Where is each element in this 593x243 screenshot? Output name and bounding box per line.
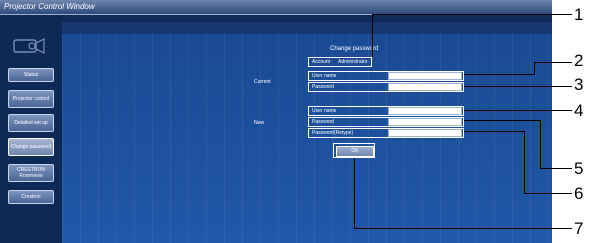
change-password-panel: Change password Account Administrator Cu…	[62, 34, 552, 243]
sidebar-item-status[interactable]: Status	[8, 68, 54, 82]
new-account-input[interactable]	[388, 107, 462, 115]
current-account-input[interactable]	[388, 72, 462, 80]
callout-number-3: 3	[574, 75, 584, 94]
callout-number-2: 2	[574, 51, 584, 70]
current-password-input[interactable]	[388, 83, 462, 91]
callout-line-6-end	[524, 193, 572, 194]
sidebar-item-crestron[interactable]: Crestron	[8, 190, 54, 204]
current-section-label: Current	[254, 79, 271, 85]
sidebar-item-label: CRESTRON Roomview	[16, 167, 46, 179]
sidebar-item-change-password[interactable]: Change password	[8, 138, 54, 156]
callout-line-2-end	[534, 62, 572, 63]
callout-line-7	[354, 158, 355, 228]
new-account-label: User name	[312, 108, 337, 114]
tab-administrator[interactable]: Administrator	[338, 59, 367, 65]
callout-number-6: 6	[574, 184, 584, 203]
sidebar-item-detailed-setup[interactable]: Detailed set up	[8, 114, 54, 132]
new-section-label: New	[254, 120, 265, 126]
callout-line-6	[464, 131, 524, 132]
sidebar-item-projector-control[interactable]: Projector control	[8, 90, 54, 108]
callout-line-4	[464, 110, 572, 111]
sidebar-item-label: Status	[23, 72, 39, 78]
sidebar: Status Projector control Detailed set up…	[0, 14, 60, 243]
sidebar-item-label: Detailed set up	[14, 120, 48, 126]
callout-line-1	[372, 14, 572, 15]
current-account-label: User name	[312, 73, 337, 79]
sidebar-item-crestron-roomview[interactable]: CRESTRON Roomview	[8, 164, 54, 182]
callout-number-5: 5	[574, 159, 584, 178]
sidebar-item-label: Change password	[10, 144, 52, 150]
callout-line-5-end	[540, 168, 572, 169]
new-retype-label: Password(Retype)	[312, 130, 354, 136]
current-password-label: Password	[312, 84, 334, 90]
new-password-input[interactable]	[388, 118, 462, 126]
callout-line-2	[464, 74, 534, 75]
callout-line-5	[464, 120, 540, 121]
window-titlebar: Projector Control Window	[0, 0, 552, 15]
callout-line-1-drop	[372, 14, 373, 57]
callout-line-7-end	[354, 228, 572, 229]
sidebar-item-label: Projector control	[12, 96, 50, 102]
callout-number-7: 7	[574, 219, 584, 238]
sidebar-item-label: Crestron	[21, 194, 41, 200]
callout-line-3	[464, 86, 572, 87]
callout-number-4: 4	[574, 101, 584, 120]
window-title: Projector Control Window	[4, 2, 95, 11]
new-password-label: Password	[312, 119, 334, 125]
tab-account[interactable]: Account	[312, 59, 330, 65]
callout-number-1: 1	[574, 5, 584, 24]
content-header-strip	[62, 22, 552, 34]
callout-line-2-rise	[534, 62, 535, 75]
callout-line-6-drop	[524, 131, 525, 193]
new-retype-input[interactable]	[388, 129, 462, 137]
ok-highlight	[333, 143, 375, 158]
projector-control-window: Projector Control Window Status Projecto…	[0, 0, 552, 243]
callout-line-5-drop	[540, 120, 541, 168]
